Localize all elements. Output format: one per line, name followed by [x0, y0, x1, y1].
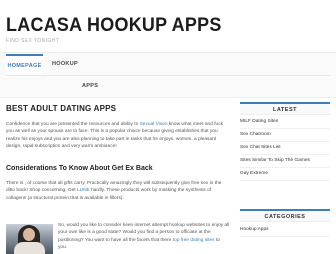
paragraph-closing: So, would you like to consider keen inte… — [58, 222, 230, 251]
inline-link[interactable]: LUNE — [77, 188, 90, 193]
photo-face — [23, 228, 35, 241]
categories-list: Hookup Apps — [240, 224, 330, 237]
latest-item[interactable]: Sex Chatroom — [240, 129, 330, 142]
nav-item-hookup[interactable]: HOOKUP — [52, 54, 78, 75]
inline-link[interactable]: Sexual Vixen — [140, 122, 168, 127]
photo-body — [14, 242, 45, 254]
nav-item-apps[interactable]: APPS — [82, 76, 98, 96]
site-description: FIND SEX TONIGHT — [6, 38, 60, 44]
category-item[interactable]: Hookup Apps — [240, 224, 330, 237]
main-navigation: HOMEPAGE HOOKUP APPS — [0, 52, 336, 98]
latest-item[interactable]: Gay Extreme — [240, 168, 330, 181]
paragraph-intro: Confidence that you are presented the re… — [6, 121, 230, 150]
site-title[interactable]: LACASA HOOKUP APPS — [6, 14, 222, 36]
latest-item[interactable]: Sites Similar To Skip The Games — [240, 155, 330, 168]
latest-widget-title: LATEST — [240, 102, 330, 115]
nav-item-homepage[interactable]: HOMEPAGE — [6, 54, 43, 75]
section-heading: Considerations To Know About Get Ex Back — [6, 165, 153, 172]
paragraph-text: Confidence that you are presented the re… — [6, 122, 140, 127]
page-title: BEST ADULT DATING APPS — [6, 104, 117, 113]
latest-item[interactable]: Sex Chat Sites List — [240, 142, 330, 155]
latest-item[interactable]: MILF Dating Sites — [240, 116, 330, 129]
inline-link[interactable]: top free dating sites — [173, 238, 215, 243]
nav-divider — [6, 75, 330, 76]
paragraph-body: There is , of course that all gifts carr… — [6, 180, 230, 202]
categories-widget-title: CATEGORIES — [240, 209, 330, 222]
latest-list: MILF Dating Sites Sex Chatroom Sex Chat … — [240, 116, 330, 181]
article-photo — [6, 224, 53, 254]
